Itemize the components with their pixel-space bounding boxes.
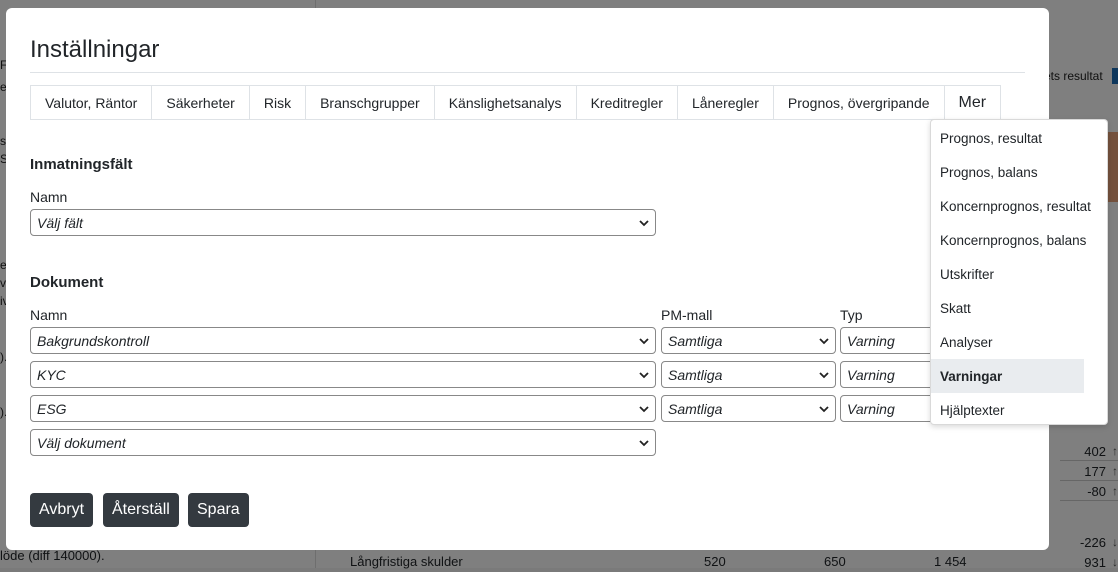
- settings-modal: Inställningar Valutor, Räntor Säkerheter…: [6, 8, 1049, 550]
- reset-button[interactable]: Återställ: [103, 493, 179, 527]
- document-section-title: Dokument: [30, 274, 104, 291]
- menu-item-utskrifter[interactable]: Utskrifter: [931, 257, 1107, 291]
- input-section-title: Inmatningsfält: [30, 156, 133, 173]
- cancel-button[interactable]: Avbryt: [30, 493, 94, 527]
- type-select[interactable]: Varning: [840, 361, 940, 388]
- chevron-down-icon: [639, 219, 649, 226]
- tab-sakerheter[interactable]: Säkerheter: [151, 85, 250, 120]
- menu-item-skatt[interactable]: Skatt: [931, 291, 1107, 325]
- tab-prognos-overgripande[interactable]: Prognos, övergripande: [772, 85, 945, 120]
- pm-template-column-label: PM-mall: [661, 307, 713, 323]
- chevron-down-icon: [639, 337, 649, 344]
- chevron-down-icon: [639, 371, 649, 378]
- field-select[interactable]: Välj fält: [30, 209, 656, 236]
- new-document-select[interactable]: Välj dokument: [30, 429, 656, 456]
- menu-item-prognos-resultat[interactable]: Prognos, resultat: [931, 121, 1107, 155]
- tab-more[interactable]: Mer: [943, 85, 1002, 120]
- menu-item-koncernprognos-balans[interactable]: Koncernprognos, balans: [931, 223, 1107, 257]
- tab-kreditregler[interactable]: Kreditregler: [575, 85, 678, 120]
- chevron-down-icon: [819, 337, 829, 344]
- menu-item-koncernprognos-resultat[interactable]: Koncernprognos, resultat: [931, 189, 1107, 223]
- pm-template-select[interactable]: Samtliga: [661, 361, 836, 388]
- menu-item-hjalptexter[interactable]: Hjälptexter: [931, 393, 1107, 424]
- pm-template-select[interactable]: Samtliga: [661, 327, 836, 354]
- menu-item-prognos-balans[interactable]: Prognos, balans: [931, 155, 1107, 189]
- type-column-label: Typ: [840, 307, 863, 323]
- tab-kanslighetsanalys[interactable]: Känslighetsanalys: [433, 85, 577, 120]
- chevron-down-icon: [819, 371, 829, 378]
- title-divider: [30, 72, 1025, 73]
- input-name-label: Namn: [30, 189, 68, 205]
- document-name-select[interactable]: ESG: [30, 395, 656, 422]
- chevron-down-icon: [639, 439, 649, 446]
- chevron-down-icon: [819, 405, 829, 412]
- document-name-select[interactable]: KYC: [30, 361, 656, 388]
- document-name-select[interactable]: Bakgrundskontroll: [30, 327, 656, 354]
- more-tabs-dropdown: Prognos, resultat Prognos, balans Koncer…: [930, 119, 1108, 425]
- type-select[interactable]: Varning: [840, 327, 940, 354]
- save-button[interactable]: Spara: [188, 493, 249, 527]
- tab-valutor-rantor[interactable]: Valutor, Räntor: [30, 85, 153, 120]
- menu-item-varningar[interactable]: Varningar: [931, 359, 1084, 393]
- tab-branschgrupper[interactable]: Branschgrupper: [305, 85, 435, 120]
- type-select[interactable]: Varning: [840, 395, 940, 422]
- tab-laneregler[interactable]: Låneregler: [676, 85, 774, 120]
- settings-tabs: Valutor, Räntor Säkerheter Risk Branschg…: [30, 85, 1002, 120]
- menu-item-analyser[interactable]: Analyser: [931, 325, 1107, 359]
- pm-template-select[interactable]: Samtliga: [661, 395, 836, 422]
- modal-title: Inställningar: [30, 36, 160, 63]
- chevron-down-icon: [639, 405, 649, 412]
- tab-risk[interactable]: Risk: [248, 85, 307, 120]
- document-name-column-label: Namn: [30, 307, 68, 323]
